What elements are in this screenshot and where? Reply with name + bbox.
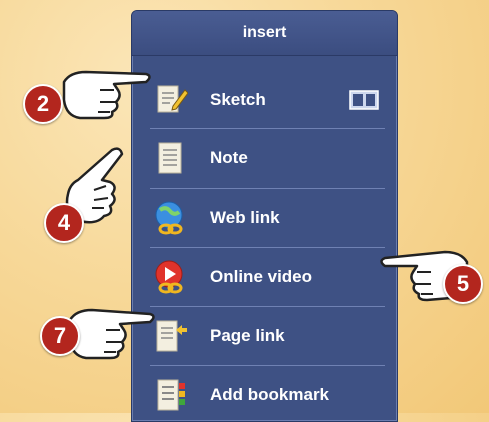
pointing-hand-icon <box>62 70 151 120</box>
insert-panel: insert Sketch Note Web link Online video… <box>131 10 398 422</box>
callout-number-2: 2 <box>23 84 63 124</box>
insert-sketch-item[interactable]: Sketch <box>132 71 397 129</box>
callout-number-5: 5 <box>443 264 483 304</box>
insert-web-link-item[interactable]: Web link <box>132 189 397 247</box>
sketch-label: Sketch <box>210 90 266 109</box>
note-label: Note <box>210 148 248 167</box>
online-video-icon <box>152 259 188 295</box>
sketch-icon <box>152 82 189 118</box>
insert-page-link-item[interactable]: Page link <box>132 307 397 365</box>
add-bookmark-label: Add bookmark <box>210 385 330 404</box>
pointing-hand-icon <box>68 308 155 360</box>
panel-toggle-icon[interactable] <box>349 90 379 110</box>
insert-note-item[interactable]: Note <box>132 129 397 187</box>
callout-number-4: 4 <box>44 203 84 243</box>
callout-number-7: 7 <box>40 316 80 356</box>
page-link-label: Page link <box>210 326 285 345</box>
add-bookmark-icon <box>152 377 188 413</box>
web-link-label: Web link <box>210 208 280 227</box>
note-icon <box>152 140 188 176</box>
insert-online-video-item[interactable]: Online video <box>132 248 397 306</box>
panel-title: insert <box>132 11 397 56</box>
online-video-label: Online video <box>210 267 313 286</box>
web-link-icon <box>152 200 188 236</box>
insert-add-bookmark-item[interactable]: Add bookmark <box>132 366 397 421</box>
